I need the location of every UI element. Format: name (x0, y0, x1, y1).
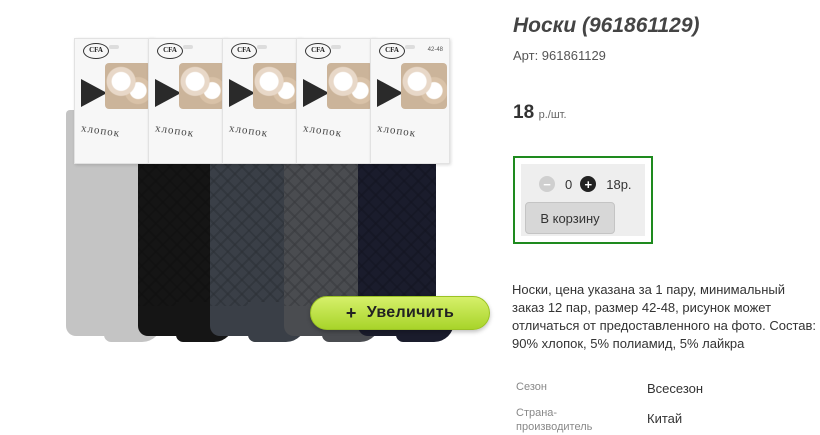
add-to-cart-button[interactable]: В корзину (525, 202, 615, 234)
package-tag: CFA хлопок (296, 38, 376, 164)
minus-icon[interactable]: − (539, 176, 555, 192)
property-value: Всесезон (647, 381, 704, 396)
property-value: Китай (647, 411, 683, 426)
price-unit: р./шт. (538, 109, 567, 121)
product-description: Носки, цена указана за 1 пару, минимальн… (512, 282, 817, 351)
zoom-button[interactable]: + Увеличить (310, 296, 490, 330)
zoom-button-label: Увеличить (366, 304, 455, 321)
property-row: Страна-производитель Китай (516, 406, 806, 435)
buy-box: − 0 + 18р. В корзину (513, 156, 653, 244)
property-key: Сезон (516, 381, 547, 393)
total-price: 18р. (606, 176, 632, 192)
package-tag: CFA хлопок (74, 38, 154, 164)
package-tag: CFA хлопок (222, 38, 302, 164)
buy-box-inner: − 0 + 18р. В корзину (521, 164, 645, 236)
quantity-value[interactable]: 0 (565, 177, 572, 192)
product-article: Арт: 961861129 (513, 48, 606, 63)
product-title: Носки (961861129) (513, 14, 700, 37)
property-key: Страна-производитель (516, 407, 593, 433)
price-value: 18 (513, 102, 535, 123)
product-photo[interactable]: CFA хлопок CFA хлопок CFA хлопок CFA хлопок … (60, 30, 480, 342)
plus-icon[interactable]: + (580, 176, 597, 192)
quantity-stepper: − 0 + 18р. (539, 176, 632, 192)
package-tag: CFA 42-48 хлопок (370, 38, 450, 164)
package-tag: CFA хлопок (148, 38, 228, 164)
plus-icon: + (345, 302, 357, 323)
product-price: 18 р./шт. (513, 102, 567, 124)
product-properties: Сезон Всесезон Страна-производитель Кита… (516, 380, 806, 435)
